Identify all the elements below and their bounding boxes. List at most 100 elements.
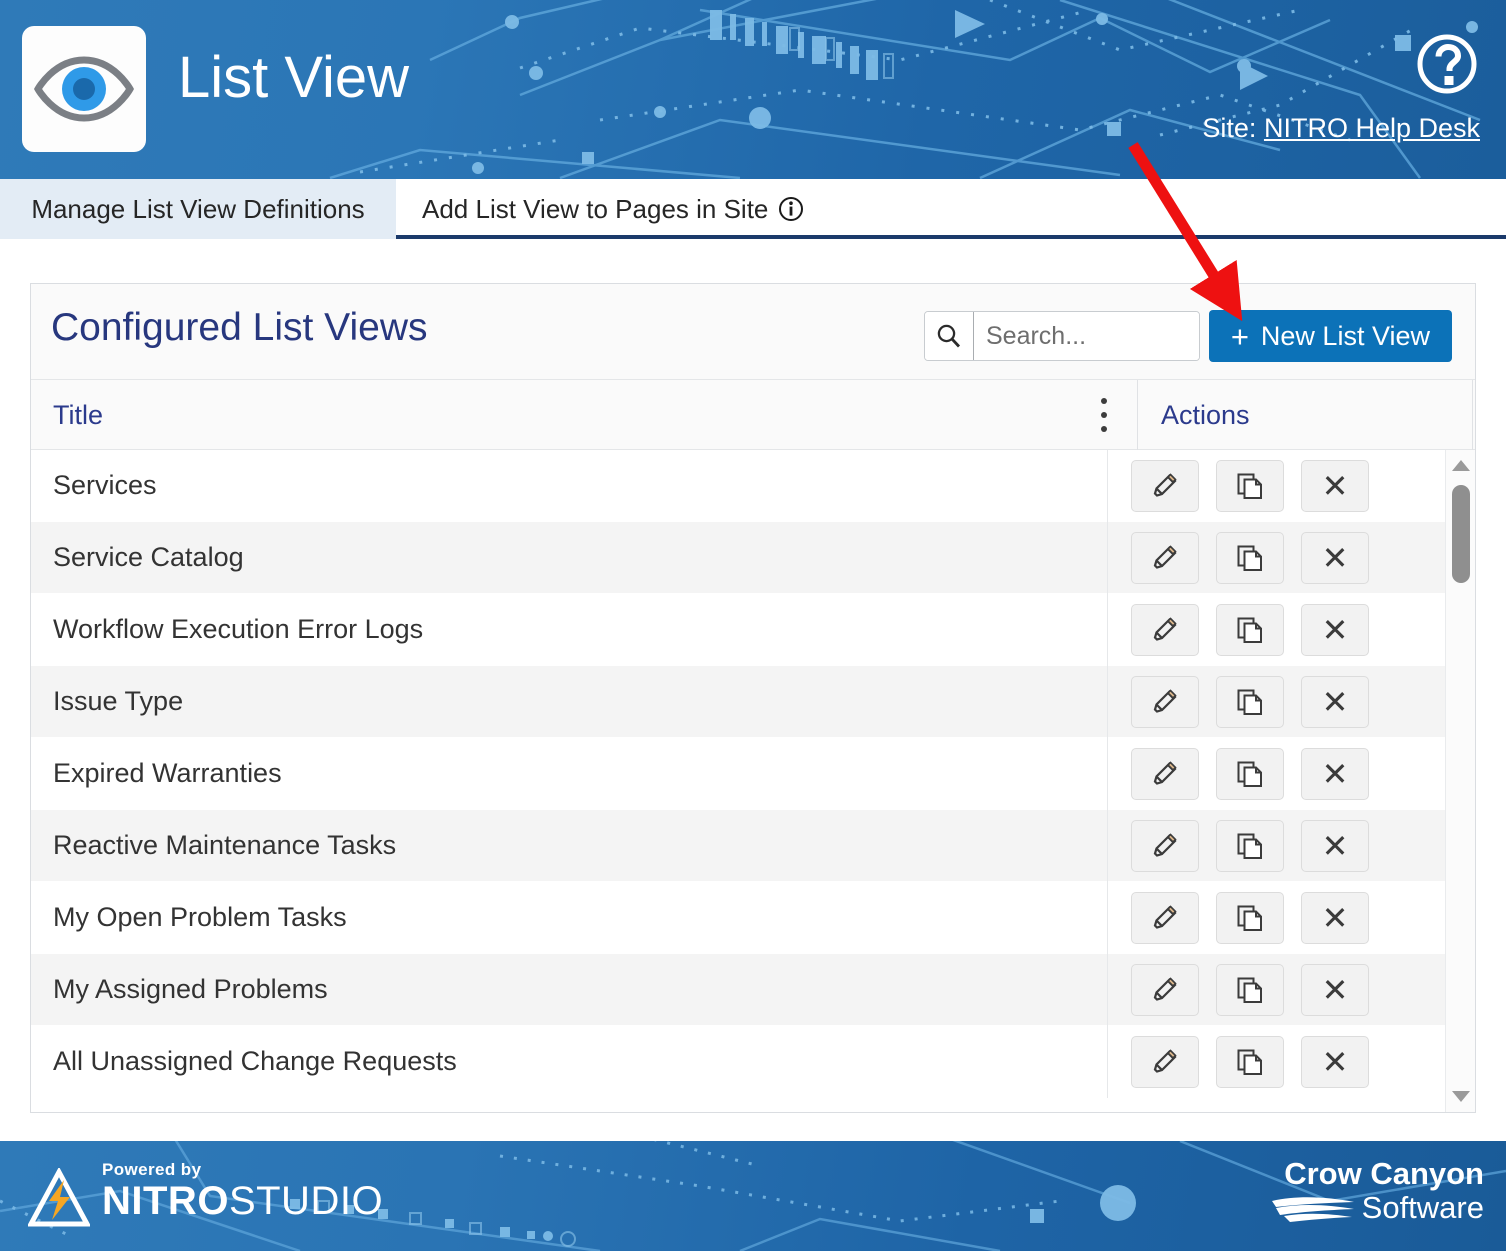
copy-button[interactable]: [1216, 748, 1284, 800]
close-x-icon: ✕: [1321, 828, 1349, 864]
caret-up-icon[interactable]: [1452, 460, 1470, 471]
edit-button[interactable]: [1131, 460, 1199, 512]
site-indicator: Site: NITRO Help Desk: [1202, 113, 1480, 144]
row-column-divider: [1107, 882, 1108, 954]
copy-button[interactable]: [1216, 1036, 1284, 1088]
copy-button[interactable]: [1216, 964, 1284, 1016]
delete-button[interactable]: ✕: [1301, 532, 1369, 584]
edit-button[interactable]: [1131, 964, 1199, 1016]
row-actions: ✕: [1131, 892, 1369, 944]
table-row[interactable]: Service Catalog ✕: [31, 522, 1475, 594]
column-header-actions: Actions: [1161, 400, 1250, 430]
new-list-view-button[interactable]: + New List View: [1208, 310, 1452, 362]
tab-add-list-view-to-pages[interactable]: Add List View to Pages in Site: [404, 179, 822, 239]
table-row[interactable]: Reactive Maintenance Tasks ✕: [31, 810, 1475, 882]
copy-icon: [1235, 687, 1265, 717]
nitro-studio-logo: Powered by NITROSTUDIO: [28, 1159, 383, 1230]
pencil-icon: [1150, 903, 1180, 933]
row-actions: ✕: [1131, 460, 1369, 512]
eye-icon: [34, 56, 134, 122]
row-title: Service Catalog: [53, 542, 244, 572]
row-title: Services: [53, 470, 157, 500]
delete-button[interactable]: ✕: [1301, 820, 1369, 872]
table-body: Services ✕ Service Catalog ✕ Workflow Execut…: [31, 450, 1475, 1112]
nitro-bolt-icon: [28, 1168, 90, 1227]
edit-button[interactable]: [1131, 604, 1199, 656]
delete-button[interactable]: ✕: [1301, 964, 1369, 1016]
search-input[interactable]: [973, 312, 1199, 360]
powered-by-label: Powered by: [102, 1160, 202, 1179]
copy-button[interactable]: [1216, 892, 1284, 944]
copy-button[interactable]: [1216, 820, 1284, 872]
table-row[interactable]: Services ✕: [31, 450, 1475, 522]
table-row[interactable]: Workflow Execution Error Logs ✕: [31, 594, 1475, 666]
delete-button[interactable]: ✕: [1301, 748, 1369, 800]
copy-button[interactable]: [1216, 676, 1284, 728]
app-icon-container: [22, 26, 146, 152]
row-column-divider: [1107, 450, 1108, 522]
search-group: [924, 311, 1200, 361]
pencil-icon: [1150, 1047, 1180, 1077]
tab-label: Add List View to Pages in Site: [422, 193, 769, 224]
card-header: Configured List Views + New List View: [31, 284, 1475, 380]
delete-button[interactable]: ✕: [1301, 604, 1369, 656]
copy-button[interactable]: [1216, 532, 1284, 584]
row-column-divider: [1107, 810, 1108, 882]
row-column-divider: [1107, 954, 1108, 1026]
edit-button[interactable]: [1131, 748, 1199, 800]
table-row[interactable]: My Assigned Problems ✕: [31, 954, 1475, 1026]
nitro-word: NITRO: [102, 1179, 229, 1223]
row-title: My Open Problem Tasks: [53, 902, 347, 932]
row-column-divider: [1107, 666, 1108, 738]
close-x-icon: ✕: [1321, 1044, 1349, 1080]
copy-icon: [1235, 471, 1265, 501]
edit-button[interactable]: [1131, 532, 1199, 584]
tab-manage-list-view-definitions[interactable]: Manage List View Definitions: [0, 179, 396, 239]
edit-button[interactable]: [1131, 1036, 1199, 1088]
row-column-divider: [1107, 594, 1108, 666]
edit-button[interactable]: [1131, 820, 1199, 872]
caret-down-icon[interactable]: [1452, 1091, 1470, 1102]
row-title: Workflow Execution Error Logs: [53, 614, 424, 644]
column-divider: [1472, 380, 1473, 450]
row-column-divider: [1107, 1026, 1108, 1098]
info-icon[interactable]: [778, 196, 804, 222]
help-circle-icon[interactable]: [1416, 33, 1478, 95]
close-x-icon: ✕: [1321, 540, 1349, 576]
scrollbar-thumb[interactable]: [1452, 485, 1470, 583]
edit-button[interactable]: [1131, 892, 1199, 944]
copy-button[interactable]: [1216, 604, 1284, 656]
close-x-icon: ✕: [1321, 468, 1349, 504]
app-header: List View Site: NITRO Help Desk: [0, 0, 1506, 179]
close-x-icon: ✕: [1321, 684, 1349, 720]
crow-canyon-title: Crow Canyon: [1284, 1156, 1484, 1191]
delete-button[interactable]: ✕: [1301, 460, 1369, 512]
pencil-icon: [1150, 975, 1180, 1005]
site-link[interactable]: NITRO Help Desk: [1264, 113, 1480, 143]
table-row[interactable]: Issue Type ✕: [31, 666, 1475, 738]
row-title: Expired Warranties: [53, 758, 282, 788]
table-scrollbar[interactable]: [1445, 450, 1475, 1112]
copy-icon: [1235, 1047, 1265, 1077]
column-header-title[interactable]: Title: [53, 400, 103, 431]
crow-canyon-subtitle: Software: [1361, 1190, 1484, 1225]
dots-vertical-icon[interactable]: [1091, 398, 1117, 432]
configured-list-views-card: Configured List Views + New List View Ti…: [30, 283, 1476, 1113]
search-icon[interactable]: [925, 312, 973, 360]
delete-button[interactable]: ✕: [1301, 1036, 1369, 1088]
copy-icon: [1235, 903, 1265, 933]
table-row[interactable]: Expired Warranties ✕: [31, 738, 1475, 810]
studio-word: STUDIO: [228, 1179, 384, 1223]
copy-icon: [1235, 759, 1265, 789]
copy-icon: [1235, 615, 1265, 645]
delete-button[interactable]: ✕: [1301, 676, 1369, 728]
card-title: Configured List Views: [51, 306, 428, 349]
copy-button[interactable]: [1216, 460, 1284, 512]
delete-button[interactable]: ✕: [1301, 892, 1369, 944]
copy-icon: [1235, 831, 1265, 861]
table-row[interactable]: My Open Problem Tasks ✕: [31, 882, 1475, 954]
row-column-divider: [1107, 738, 1108, 810]
close-x-icon: ✕: [1321, 612, 1349, 648]
edit-button[interactable]: [1131, 676, 1199, 728]
table-row[interactable]: All Unassigned Change Requests ✕: [31, 1026, 1475, 1098]
